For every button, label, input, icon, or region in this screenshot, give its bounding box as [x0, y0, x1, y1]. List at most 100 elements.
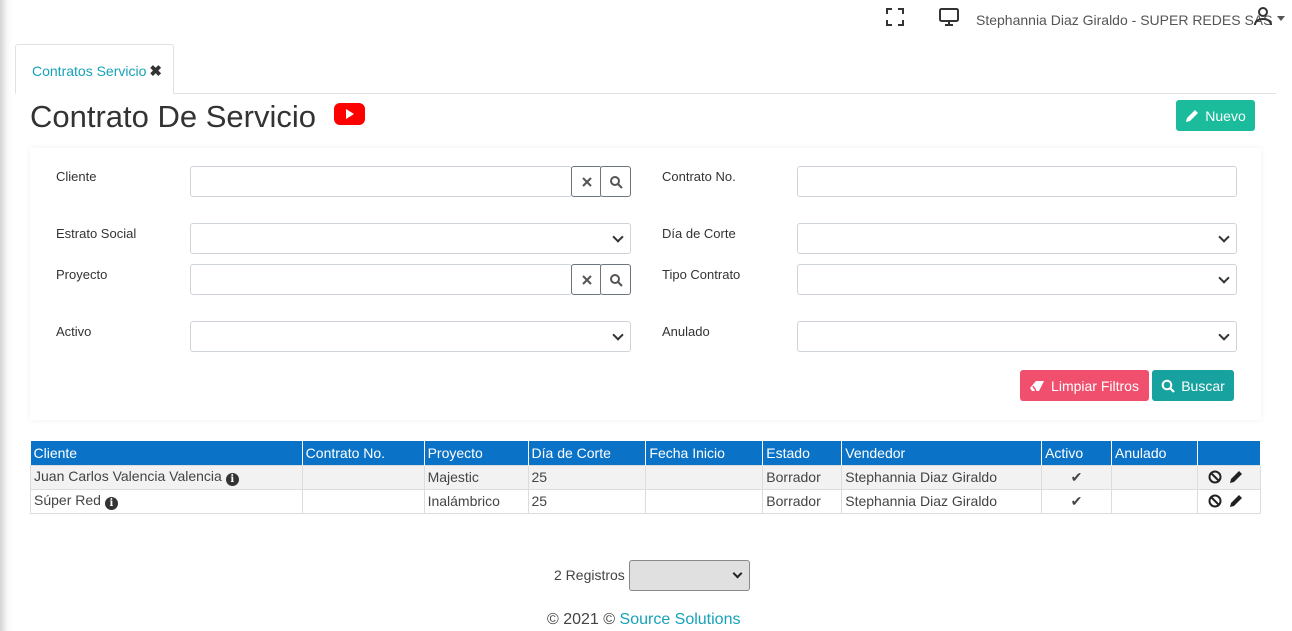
cell-estado: Borrador	[762, 488, 843, 514]
check-icon: ✔	[1070, 468, 1083, 485]
check-icon: ✔	[1070, 492, 1083, 509]
column-header[interactable]: Día de Corte	[528, 441, 647, 465]
new-button[interactable]: Nuevo	[1176, 100, 1255, 131]
cell-cliente: Súper Red i	[30, 488, 303, 514]
cell-fecha-inicio	[645, 488, 764, 514]
cell-activo: ✔	[1041, 488, 1113, 514]
user-menu-caret-icon[interactable]	[1277, 16, 1285, 21]
info-icon[interactable]: i	[104, 497, 118, 510]
tab-bar: Contratos Servicio ✖	[15, 44, 1276, 94]
cliente-value: Súper Red	[34, 492, 101, 508]
column-header[interactable]: Contrato No.	[302, 441, 425, 465]
column-header	[1197, 441, 1262, 465]
tipo-contrato-select[interactable]	[797, 264, 1237, 295]
chevron-down-icon	[612, 231, 624, 243]
cliente-label: Cliente	[56, 169, 97, 184]
filter-panel: Cliente Contrato No. Estrato Social Día …	[30, 148, 1261, 420]
clear-filters-label: Limpiar Filtros	[1051, 377, 1139, 394]
chevron-down-icon	[1218, 231, 1230, 243]
estrato-select[interactable]	[190, 223, 631, 254]
cell-proyecto: Inalámbrico	[423, 488, 529, 514]
chevron-down-icon	[1218, 272, 1230, 284]
cell-anulado	[1111, 464, 1198, 490]
column-header[interactable]: Vendedor	[841, 441, 1043, 465]
chevron-down-icon	[1218, 329, 1230, 341]
cell-proyecto: Majestic	[423, 464, 529, 490]
top-bar: Stephannia Diaz Giraldo - SUPER REDES SA…	[0, 0, 1292, 36]
tipo-contrato-label: Tipo Contrato	[662, 267, 741, 282]
table-row[interactable]: Súper Red i Inalámbrico 25 Borrador Steph…	[30, 488, 1262, 514]
search-button-label: Buscar	[1181, 377, 1225, 394]
search-icon	[1161, 379, 1175, 393]
cell-actions	[1196, 464, 1262, 490]
close-icon	[581, 274, 592, 285]
cliente-clear-button[interactable]	[571, 166, 602, 197]
user-icon[interactable]	[1253, 6, 1273, 26]
info-icon[interactable]: i	[225, 473, 239, 486]
anulado-label: Anulado	[662, 324, 710, 339]
cell-vendedor: Stephannia Diaz Giraldo	[841, 464, 1043, 490]
search-button[interactable]: Buscar	[1152, 370, 1234, 401]
anulado-select[interactable]	[797, 321, 1237, 352]
proyecto-clear-button[interactable]	[571, 264, 602, 295]
monitor-icon[interactable]	[938, 6, 960, 28]
pencil-icon	[1186, 109, 1199, 122]
cell-anulado	[1111, 488, 1198, 514]
cell-vendedor: Stephannia Diaz Giraldo	[841, 488, 1043, 514]
column-header[interactable]: Anulado	[1111, 441, 1198, 465]
cell-cliente: Juan Carlos Valencia Valencia i	[30, 464, 303, 490]
new-button-label: Nuevo	[1205, 107, 1246, 124]
column-header[interactable]: Activo	[1041, 441, 1113, 465]
copyright-text: © 2021 ©	[547, 611, 620, 628]
cell-contrato	[301, 488, 425, 514]
cliente-input[interactable]	[190, 166, 572, 197]
column-header[interactable]: Estado	[762, 441, 843, 465]
cell-dia-corte: 25	[527, 464, 647, 490]
dia-corte-select[interactable]	[797, 223, 1237, 254]
window-edge-shadow	[0, 0, 12, 631]
column-header[interactable]: Fecha Inicio	[645, 441, 764, 465]
user-name-label[interactable]: Stephannia Diaz Giraldo - SUPER REDES SA…	[976, 12, 1272, 28]
search-icon	[609, 175, 623, 189]
close-icon	[581, 176, 592, 187]
cancel-icon[interactable]	[1208, 470, 1222, 484]
cell-estado: Borrador	[762, 464, 843, 490]
fullscreen-icon[interactable]	[885, 7, 905, 27]
tab-close-icon[interactable]: ✖	[149, 63, 162, 80]
records-count: 2 Registros	[554, 567, 625, 583]
page-size-select[interactable]	[629, 560, 750, 591]
cliente-search-button[interactable]	[600, 166, 631, 197]
cell-dia-corte: 25	[527, 488, 647, 514]
cell-actions	[1196, 488, 1262, 514]
company-link[interactable]: Source Solutions	[620, 611, 741, 628]
activo-select[interactable]	[190, 321, 631, 352]
search-icon	[609, 273, 623, 287]
tab-contratos-servicio[interactable]: Contratos Servicio ✖	[15, 44, 174, 94]
estrato-label: Estrato Social	[56, 226, 137, 241]
chevron-down-icon	[732, 568, 743, 579]
contracts-table: Cliente Contrato No. Proyecto Día de Cor…	[30, 441, 1262, 514]
proyecto-label: Proyecto	[56, 267, 108, 282]
edit-pencil-icon[interactable]	[1229, 494, 1243, 508]
column-header[interactable]: Cliente	[30, 441, 303, 465]
contrato-label: Contrato No.	[662, 169, 736, 184]
chevron-down-icon	[612, 329, 624, 341]
page-title: Contrato De Servicio	[30, 99, 317, 134]
cell-contrato	[301, 464, 425, 490]
column-header[interactable]: Proyecto	[424, 441, 529, 465]
activo-label: Activo	[56, 324, 92, 339]
edit-pencil-icon[interactable]	[1229, 470, 1243, 484]
cancel-icon[interactable]	[1208, 494, 1222, 508]
proyecto-search-button[interactable]	[600, 264, 631, 295]
table-header-row: Cliente Contrato No. Proyecto Día de Cor…	[30, 441, 1262, 465]
youtube-icon[interactable]	[334, 103, 365, 125]
tab-label: Contratos Servicio	[32, 63, 147, 79]
proyecto-input[interactable]	[190, 264, 572, 295]
copyright: © 2021 © Source Solutions	[547, 611, 740, 629]
eraser-icon	[1030, 380, 1045, 391]
cell-activo: ✔	[1041, 464, 1113, 490]
cliente-value: Juan Carlos Valencia Valencia	[34, 468, 222, 484]
table-row[interactable]: Juan Carlos Valencia Valencia i Majestic …	[30, 464, 1262, 490]
contrato-input[interactable]	[797, 166, 1237, 197]
clear-filters-button[interactable]: Limpiar Filtros	[1020, 370, 1149, 401]
